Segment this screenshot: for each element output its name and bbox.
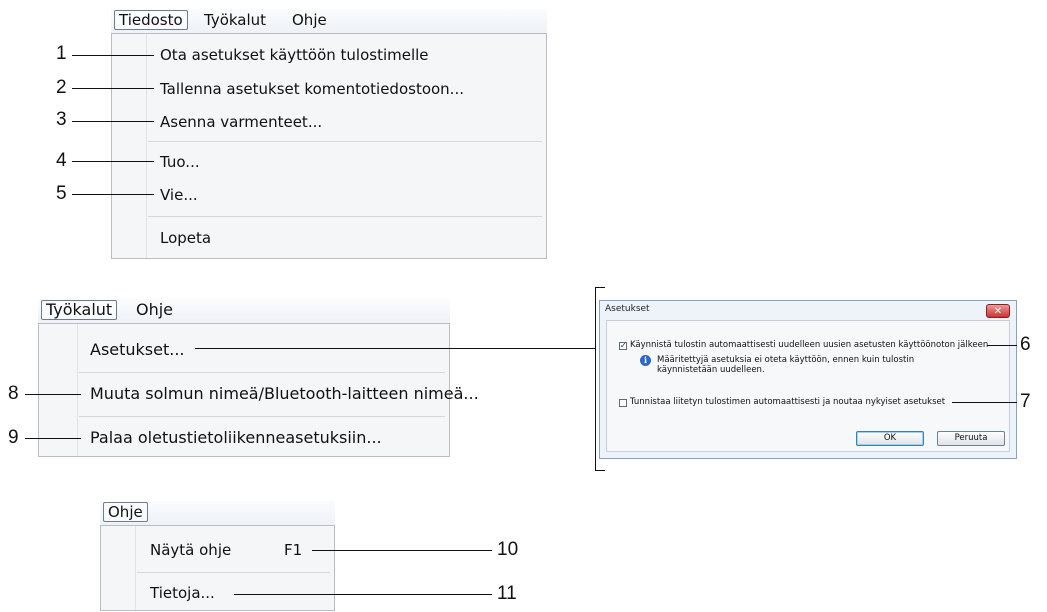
callout-line-3	[72, 121, 154, 122]
menu-separator	[148, 141, 542, 142]
dialog-title: Asetukset	[605, 304, 650, 314]
auto-restart-checkbox[interactable]: ✓	[619, 342, 627, 350]
menu-help[interactable]: Ohje	[132, 301, 177, 319]
menu-tools[interactable]: Työkalut	[200, 11, 270, 29]
menu-help[interactable]: Ohje	[103, 502, 148, 522]
callout-6: 6	[1020, 334, 1031, 355]
callout-8: 8	[8, 383, 19, 404]
menu-item-show-help-shortcut: F1	[284, 541, 303, 559]
callout-line-8	[25, 394, 81, 395]
cancel-button[interactable]: Peruuta	[937, 431, 1005, 446]
menu-separator	[148, 216, 542, 217]
tools-dropdown: Asetukset... Muuta solmun nimeä/Bluetoot…	[38, 323, 479, 457]
dialog-body: ✓ Käynnistä tulostin automaattisesti uud…	[606, 320, 1010, 452]
callout-line-4	[72, 161, 154, 162]
callout-2: 2	[56, 77, 67, 98]
file-dropdown: Ota asetukset käyttöön tulostimelle Tall…	[111, 33, 547, 259]
callout-line-7	[952, 402, 1017, 403]
menu-item-apply-settings[interactable]: Ota asetukset käyttöön tulostimelle	[160, 45, 429, 65]
ok-button[interactable]: OK	[856, 431, 924, 446]
menu-bar-2: Työkalut Ohje	[38, 299, 450, 323]
callout-line-6	[987, 345, 1017, 346]
menu-item-export[interactable]: Vie...	[160, 185, 198, 205]
menu-separator	[137, 572, 330, 573]
callout-1: 1	[56, 43, 67, 64]
menu-file[interactable]: Tiedosto	[114, 10, 188, 30]
callout-line-2	[72, 88, 154, 89]
callout-7: 7	[1020, 391, 1031, 412]
settings-dialog: Asetukset ✕ ✓ Käynnistä tulostin automaa…	[599, 300, 1017, 459]
callout-4: 4	[56, 150, 67, 171]
auto-detect-label: Tunnistaa liitetyn tulostimen automaatti…	[630, 397, 946, 407]
auto-detect-checkbox[interactable]	[619, 399, 627, 407]
menu-separator	[79, 416, 445, 417]
menu-tools[interactable]: Työkalut	[41, 300, 118, 320]
callout-3: 3	[56, 109, 67, 130]
menu-item-show-help[interactable]: Näytä ohje	[150, 540, 231, 560]
menu-item-restore-default-comm[interactable]: Palaa oletustietoliikenneasetuksiin...	[90, 428, 382, 448]
callout-line-10	[312, 550, 492, 551]
menu-item-about[interactable]: Tietoja...	[150, 583, 215, 603]
menu-item-save-command-file[interactable]: Tallenna asetukset komentotiedostoon...	[160, 79, 464, 99]
bracket-top	[595, 287, 605, 288]
callout-line-11	[234, 594, 492, 595]
menu-separator	[79, 372, 445, 373]
menu-item-import[interactable]: Tuo...	[160, 152, 200, 172]
info-text-line2: käynnistetään uudelleen.	[657, 365, 765, 375]
callout-11: 11	[497, 583, 517, 604]
bracket-vertical	[595, 287, 596, 471]
menu-gutter	[77, 324, 78, 456]
menu-item-rename-node-bluetooth[interactable]: Muuta solmun nimeä/Bluetooth-laitteen ni…	[90, 384, 479, 404]
menu-gutter	[135, 526, 136, 610]
bracket-bottom	[595, 470, 605, 471]
menu-item-settings[interactable]: Asetukset...	[90, 340, 185, 360]
auto-restart-label: Käynnistä tulostin automaattisesti uudel…	[630, 340, 989, 350]
close-icon[interactable]: ✕	[986, 304, 1010, 318]
callout-5: 5	[56, 183, 67, 204]
callout-9: 9	[8, 427, 19, 448]
menu-bar-1: Tiedosto Työkalut Ohje	[111, 9, 547, 33]
menu-bar-3: Ohje	[100, 501, 335, 525]
callout-line-1	[72, 55, 154, 56]
callout-10: 10	[497, 539, 519, 560]
info-icon: i	[640, 355, 651, 366]
menu-item-exit[interactable]: Lopeta	[160, 228, 211, 248]
menu-item-install-certificates[interactable]: Asenna varmenteet...	[160, 112, 322, 132]
callout-line-5	[72, 194, 154, 195]
settings-leader-line	[195, 348, 595, 349]
menu-help[interactable]: Ohje	[288, 11, 331, 29]
callout-line-9	[25, 438, 81, 439]
menu-gutter	[146, 34, 147, 258]
help-dropdown: Näytä ohje F1 Tietoja...	[100, 525, 335, 611]
